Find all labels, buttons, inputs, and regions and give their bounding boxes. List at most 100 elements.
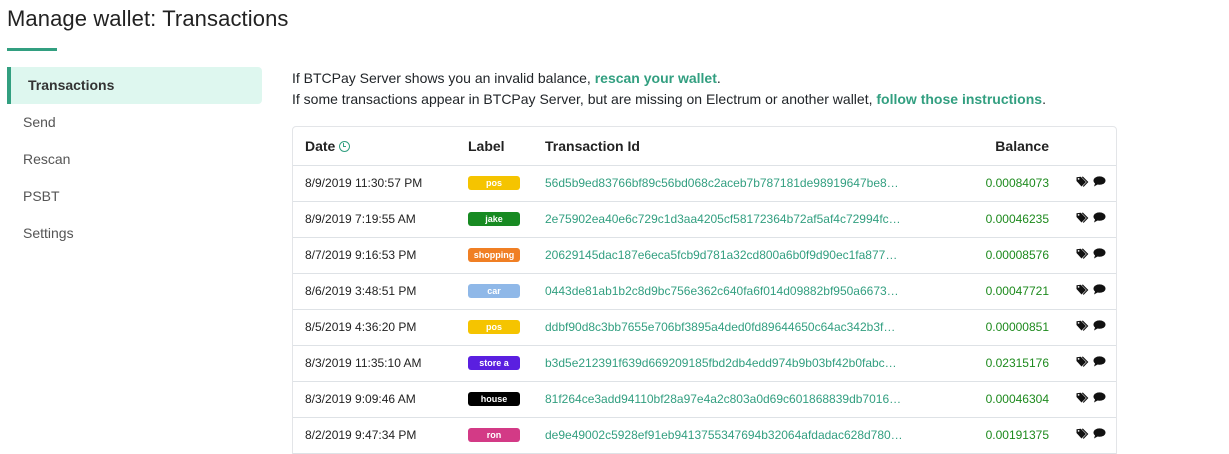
table-row: 8/5/2019 4:36:20 PM pos ddbf90d8c3bb7655… (293, 309, 1116, 346)
label-badge[interactable]: pos (468, 320, 520, 335)
actions-cell (1049, 201, 1116, 238)
transaction-date: 8/9/2019 11:30:57 PM (293, 165, 468, 202)
table-row: 8/3/2019 11:35:10 AM store a b3d5e212391… (293, 345, 1116, 382)
label-cell: shopping (468, 237, 545, 274)
tag-icon[interactable] (1076, 175, 1090, 191)
date-header-label: Date (305, 137, 336, 154)
transaction-id-cell: de9e49002c5928ef91eb9413755347694b32064a… (545, 417, 945, 454)
label-badge[interactable]: shopping (468, 248, 520, 263)
actions-cell (1049, 165, 1116, 202)
tag-icon[interactable] (1076, 247, 1090, 263)
transaction-date: 8/9/2019 7:19:55 AM (293, 201, 468, 238)
actions-cell (1049, 345, 1116, 382)
transactions-table: Date Label Transaction Id Balance 8/9/20… (293, 127, 1116, 454)
transaction-balance: 0.00084073 (945, 165, 1049, 202)
comment-icon[interactable] (1093, 284, 1106, 298)
label-cell: pos (468, 309, 545, 346)
transaction-id-link[interactable]: 56d5b9ed83766bf89c56bd068c2aceb7b787181d… (545, 176, 937, 190)
transaction-id-column-header: Transaction Id (545, 127, 945, 166)
label-cell: house (468, 381, 545, 418)
comment-icon[interactable] (1093, 176, 1106, 190)
table-header-row: Date Label Transaction Id Balance (293, 127, 1116, 166)
table-row: 8/3/2019 9:09:46 AM house 81f264ce3add94… (293, 381, 1116, 418)
table-row: 8/9/2019 7:19:55 AM jake 2e75902ea40e6c7… (293, 201, 1116, 238)
actions-cell (1049, 273, 1116, 310)
transactions-body: 8/9/2019 11:30:57 PM pos 56d5b9ed83766bf… (293, 165, 1116, 454)
info-line1-suffix: . (716, 70, 721, 86)
label-cell: pos (468, 165, 545, 202)
tag-icon[interactable] (1076, 319, 1090, 335)
comment-icon[interactable] (1093, 392, 1106, 406)
tag-icon[interactable] (1076, 211, 1090, 227)
tag-icon[interactable] (1076, 355, 1090, 371)
actions-cell (1049, 381, 1116, 418)
sidebar-item-rescan[interactable]: Rescan (7, 141, 262, 178)
transaction-balance: 0.00046235 (945, 201, 1049, 238)
tag-icon[interactable] (1076, 391, 1090, 407)
transaction-id-link[interactable]: ddbf90d8c3bb7655e706bf3895a4ded0fd896446… (545, 320, 937, 334)
transaction-date: 8/5/2019 4:36:20 PM (293, 309, 468, 346)
transaction-date: 8/7/2019 9:16:53 PM (293, 237, 468, 274)
tag-icon[interactable] (1076, 427, 1090, 443)
transaction-id-cell: 20629145dac187e6eca5fcb9d781a32cd800a6b0… (545, 237, 945, 274)
table-row: 8/7/2019 9:16:53 PM shopping 20629145dac… (293, 237, 1116, 274)
follow-instructions-link[interactable]: follow those instructions (876, 91, 1042, 107)
transaction-date: 8/6/2019 3:48:51 PM (293, 273, 468, 310)
transaction-balance: 0.00008576 (945, 237, 1049, 274)
transaction-id-cell: 2e75902ea40e6c729c1d3aa4205cf58172364b72… (545, 201, 945, 238)
transaction-id-link[interactable]: 20629145dac187e6eca5fcb9d781a32cd800a6b0… (545, 248, 937, 262)
transaction-date: 8/3/2019 11:35:10 AM (293, 345, 468, 382)
transaction-id-cell: 0443de81ab1b2c8d9bc756e362c640fa6f014d09… (545, 273, 945, 310)
transaction-id-link[interactable]: de9e49002c5928ef91eb9413755347694b32064a… (545, 428, 937, 442)
label-badge[interactable]: store a (468, 356, 520, 371)
info-line1-text: If BTCPay Server shows you an invalid ba… (292, 70, 595, 86)
label-badge[interactable]: ron (468, 428, 520, 443)
transaction-id-cell: 56d5b9ed83766bf89c56bd068c2aceb7b787181d… (545, 165, 945, 202)
info-line2-text: If some transactions appear in BTCPay Se… (292, 91, 877, 107)
info-line2-suffix: . (1042, 91, 1046, 107)
sidebar-item-psbt[interactable]: PSBT (7, 178, 262, 215)
label-cell: store a (468, 345, 545, 382)
label-badge[interactable]: pos (468, 176, 520, 191)
balance-column-header: Balance (945, 127, 1049, 166)
transaction-balance: 0.00046304 (945, 381, 1049, 418)
title-underline (7, 48, 57, 51)
transaction-id-cell: b3d5e212391f639d669209185fbd2db4edd974b9… (545, 345, 945, 382)
sidebar-item-transactions[interactable]: Transactions (7, 67, 262, 104)
label-cell: car (468, 273, 545, 310)
transaction-id-link[interactable]: b3d5e212391f639d669209185fbd2db4edd974b9… (545, 356, 937, 370)
sidebar-item-settings[interactable]: Settings (7, 215, 262, 252)
transaction-id-link[interactable]: 81f264ce3add94110bf28a97e4a2c803a0d69c60… (545, 392, 937, 406)
transaction-id-link[interactable]: 2e75902ea40e6c729c1d3aa4205cf58172364b72… (545, 212, 937, 226)
comment-icon[interactable] (1093, 428, 1106, 442)
table-row: 8/6/2019 3:48:51 PM car 0443de81ab1b2c8d… (293, 273, 1116, 310)
table-row: 8/9/2019 11:30:57 PM pos 56d5b9ed83766bf… (293, 165, 1116, 202)
comment-icon[interactable] (1093, 248, 1106, 262)
label-cell: jake (468, 201, 545, 238)
label-badge[interactable]: house (468, 392, 520, 407)
info-line-instructions: If some transactions appear in BTCPay Se… (292, 89, 1046, 110)
label-column-header: Label (468, 127, 545, 166)
tag-icon[interactable] (1076, 283, 1090, 299)
sidebar-nav: Transactions Send Rescan PSBT Settings (7, 67, 262, 252)
comment-icon[interactable] (1093, 320, 1106, 334)
transaction-balance: 0.00000851 (945, 309, 1049, 346)
transaction-date: 8/3/2019 9:09:46 AM (293, 381, 468, 418)
rescan-wallet-link[interactable]: rescan your wallet (595, 70, 717, 86)
label-cell: ron (468, 417, 545, 454)
actions-cell (1049, 309, 1116, 346)
clock-icon[interactable] (339, 140, 351, 152)
sidebar-item-send[interactable]: Send (7, 104, 262, 141)
transaction-id-cell: ddbf90d8c3bb7655e706bf3895a4ded0fd896446… (545, 309, 945, 346)
label-badge[interactable]: jake (468, 212, 520, 227)
info-text: If BTCPay Server shows you an invalid ba… (292, 68, 1046, 110)
actions-cell (1049, 237, 1116, 274)
transaction-balance: 0.02315176 (945, 345, 1049, 382)
date-column-header[interactable]: Date (293, 127, 468, 166)
label-badge[interactable]: car (468, 284, 520, 299)
table-row: 8/2/2019 9:47:34 PM ron de9e49002c5928ef… (293, 417, 1116, 454)
comment-icon[interactable] (1093, 356, 1106, 370)
transaction-id-link[interactable]: 0443de81ab1b2c8d9bc756e362c640fa6f014d09… (545, 284, 937, 298)
comment-icon[interactable] (1093, 212, 1106, 226)
transaction-balance: 0.00047721 (945, 273, 1049, 310)
